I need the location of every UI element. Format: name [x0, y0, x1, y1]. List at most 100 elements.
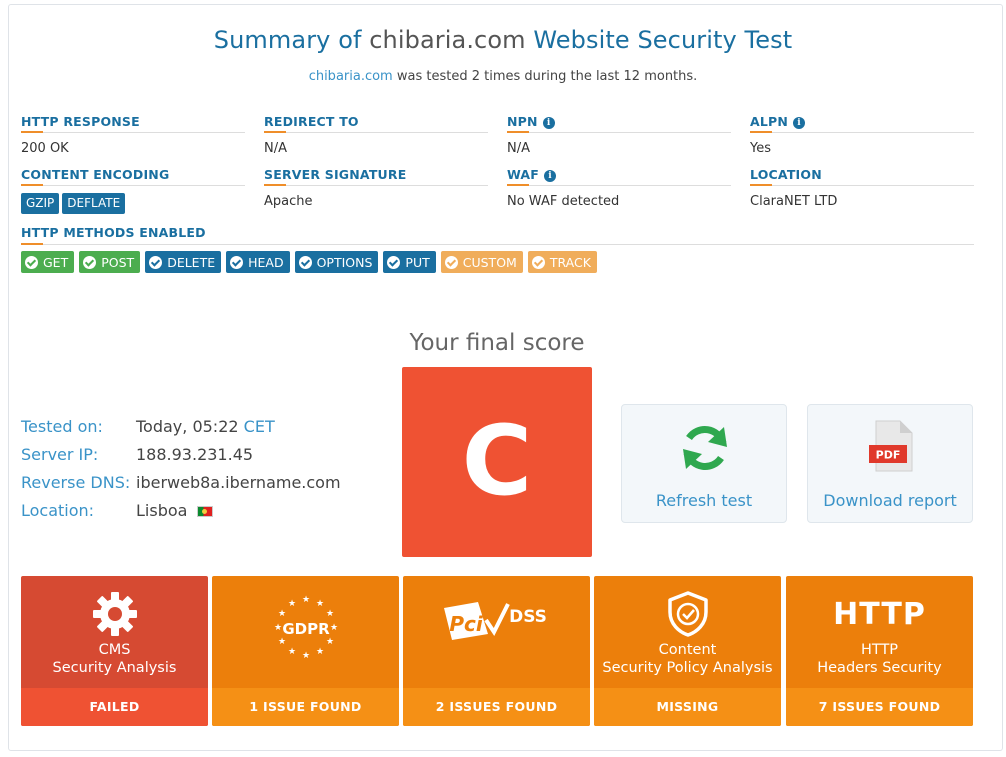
info-key: Reverse DNS: — [21, 472, 131, 492]
location-field: LOCATION ClaraNET LTD — [750, 167, 974, 209]
info-key: Tested on: — [21, 416, 103, 436]
grade-box: C — [402, 367, 592, 557]
gdpr-tile[interactable]: ★ ★ ★ ★ ★ ★ ★ ★ ★ ★ ★ ★ GDPR 1 ISSUE FOU… — [212, 576, 399, 726]
content-encoding-field: CONTENT ENCODING GZIP DEFLATE — [21, 167, 245, 214]
http-icon-text: HTTP — [833, 596, 926, 632]
gdpr-stars-icon: ★ ★ ★ ★ ★ ★ ★ ★ ★ ★ ★ ★ GDPR — [212, 594, 399, 664]
domain-link[interactable]: chibaria.com — [309, 69, 393, 84]
alpn-label: ALPN i — [750, 114, 974, 133]
method-label: CUSTOM — [462, 254, 517, 270]
page-title: Summary of chibaria.com Website Security… — [0, 26, 1006, 54]
waf-field: WAF i No WAF detected — [507, 167, 731, 209]
info-key: Location: — [21, 500, 95, 520]
tile-status: FAILED — [21, 688, 208, 726]
tile-caption-line1: Content — [658, 642, 717, 658]
info-row-server-ip: Server IP: 188.93.231.45 — [21, 440, 341, 468]
svg-text:★: ★ — [315, 647, 323, 657]
svg-text:Pci: Pci — [449, 612, 484, 636]
server-ip-value: 188.93.231.45 — [136, 444, 254, 464]
check-icon — [298, 255, 312, 269]
download-report-label: Download report — [823, 491, 957, 510]
waf-label: WAF i — [507, 167, 731, 186]
http-response-value: 200 OK — [21, 141, 69, 156]
svg-text:★: ★ — [273, 623, 281, 633]
dss-text: DSS — [509, 607, 547, 627]
check-icon — [230, 255, 244, 269]
method-badge-track: TRACK — [527, 251, 597, 273]
encoding-tag: GZIP — [21, 193, 60, 214]
check-icon — [444, 255, 458, 269]
http-methods-label: HTTP METHODS ENABLED — [21, 225, 974, 245]
npn-field: NPN i N/A — [507, 114, 731, 156]
refresh-test-button[interactable]: Refresh test — [621, 404, 787, 523]
info-row-reverse-dns: Reverse DNS: iberweb8a.ibername.com — [21, 468, 341, 496]
tile-caption: CMS Security Analysis — [21, 641, 208, 677]
svg-text:★: ★ — [329, 623, 337, 633]
redirect-to-label: REDIRECT TO — [264, 114, 488, 133]
svg-text:★: ★ — [325, 637, 333, 647]
content-security-policy-tile[interactable]: Content Security Policy Analysis MISSING — [594, 576, 781, 726]
check-icon — [531, 255, 545, 269]
method-badge-put: PUT — [383, 251, 436, 273]
http-text-icon: HTTP — [786, 591, 973, 637]
check-icon — [387, 255, 401, 269]
redirect-to-field: REDIRECT TO N/A — [264, 114, 488, 156]
info-icon[interactable]: i — [544, 170, 557, 182]
svg-text:★: ★ — [301, 595, 309, 605]
pci-dss-icon: Pci DSS — [403, 598, 590, 644]
check-icon — [83, 255, 97, 269]
svg-text:★: ★ — [325, 609, 333, 619]
method-badge-delete: DELETE — [145, 251, 222, 273]
final-score-label: Your final score — [409, 330, 585, 356]
method-badge-options: OPTIONS — [294, 251, 379, 273]
svg-text:★: ★ — [301, 651, 309, 661]
title-domain: chibaria.com — [369, 26, 526, 54]
http-response-label: HTTP RESPONSE — [21, 114, 245, 133]
method-label: GET — [43, 254, 69, 270]
waf-label-text: WAF — [507, 167, 540, 182]
title-prefix: Summary of — [213, 26, 362, 54]
svg-text:★: ★ — [277, 637, 285, 647]
shield-check-icon — [594, 591, 781, 637]
tile-status: 1 ISSUE FOUND — [212, 688, 399, 726]
tile-caption-line2: Security Analysis — [52, 660, 177, 676]
redirect-to-value: N/A — [264, 141, 287, 156]
refresh-test-label: Refresh test — [655, 491, 753, 510]
http-response-field: HTTP RESPONSE 200 OK — [21, 114, 245, 156]
waf-value: No WAF detected — [507, 194, 620, 209]
method-label: TRACK — [549, 254, 591, 270]
npn-label: NPN i — [507, 114, 731, 133]
portugal-flag-icon — [197, 505, 214, 517]
location-value: ClaraNET LTD — [750, 194, 838, 209]
title-suffix: Website Security Test — [533, 26, 793, 54]
method-badge-custom: CUSTOM — [440, 251, 523, 273]
test-info-table: Tested on: Today, 05:22 CET Server IP: 1… — [21, 412, 341, 524]
method-label: OPTIONS — [316, 254, 373, 270]
npn-value: N/A — [507, 141, 530, 156]
method-label: POST — [101, 254, 135, 270]
info-value: Today, 05:22 CET — [136, 417, 275, 436]
location-label: LOCATION — [750, 167, 974, 186]
http-methods-list: GET POST DELETE HEAD OPTIONS PUT CUSTOM … — [21, 251, 597, 273]
info-value: Lisboa — [136, 501, 214, 520]
svg-text:★: ★ — [315, 599, 323, 609]
svg-text:★: ★ — [287, 647, 295, 657]
server-signature-value: Apache — [264, 194, 313, 209]
tile-caption-line1: HTTP — [860, 642, 899, 658]
http-headers-tile[interactable]: HTTP HTTP Headers Security 7 ISSUES FOUN… — [786, 576, 973, 726]
server-signature-label: SERVER SIGNATURE — [264, 167, 488, 186]
subtitle-text: was tested 2 times during the last 12 mo… — [396, 69, 698, 84]
info-icon[interactable]: i — [542, 117, 555, 129]
download-report-button[interactable]: PDF Download report — [807, 404, 973, 523]
method-badge-get: GET — [21, 251, 75, 273]
tile-caption: HTTP Headers Security — [786, 641, 973, 677]
pci-dss-tile[interactable]: Pci DSS 2 ISSUES FOUND — [403, 576, 590, 726]
alpn-value: Yes — [750, 141, 771, 156]
tile-caption-line1: CMS — [98, 642, 131, 658]
info-icon[interactable]: i — [793, 117, 806, 129]
content-encoding-tags: GZIP DEFLATE — [21, 193, 245, 214]
cms-security-tile[interactable]: CMS Security Analysis FAILED — [21, 576, 208, 726]
pdf-badge-text: PDF — [876, 449, 901, 462]
timezone-link[interactable]: CET — [244, 417, 275, 436]
method-badge-head: HEAD — [226, 251, 290, 273]
